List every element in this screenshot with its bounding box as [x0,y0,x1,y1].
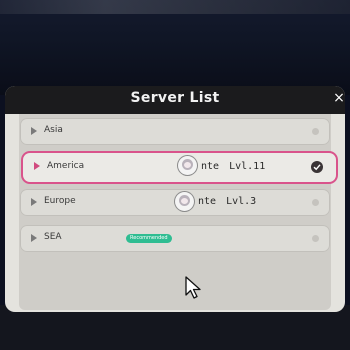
server-row-america[interactable]: America nte Lvl.11 [23,153,336,182]
status-dot [312,235,319,242]
player-name: nte [198,196,217,207]
server-row-sea[interactable]: SEA Recommended [20,225,330,252]
close-icon[interactable]: × [332,90,345,106]
avatar [178,156,197,175]
server-name: Asia [44,125,63,135]
player-info: nte Lvl.3 [198,196,256,207]
game-background [0,0,350,95]
player-name: nte [201,161,220,172]
play-icon [31,234,37,242]
server-row-europe[interactable]: Europe nte Lvl.3 [20,189,330,216]
dialog-header: Server List × [5,86,345,114]
mouse-cursor-icon [185,276,201,299]
player-info: nte Lvl.11 [201,161,265,172]
player-level: Lvl.3 [226,196,257,207]
status-dot [312,199,319,206]
play-icon [31,198,37,206]
play-icon [31,127,37,135]
player-level: Lvl.11 [229,161,266,172]
play-icon [34,162,40,170]
avatar [175,192,194,211]
server-name: America [47,161,85,171]
server-row-asia[interactable]: Asia [20,118,330,145]
dialog-title: Server List [130,90,220,106]
server-name: SEA [44,232,62,242]
server-name: Europe [44,196,76,206]
check-icon [311,161,323,173]
recommended-badge: Recommended [126,234,172,243]
status-dot [312,128,319,135]
